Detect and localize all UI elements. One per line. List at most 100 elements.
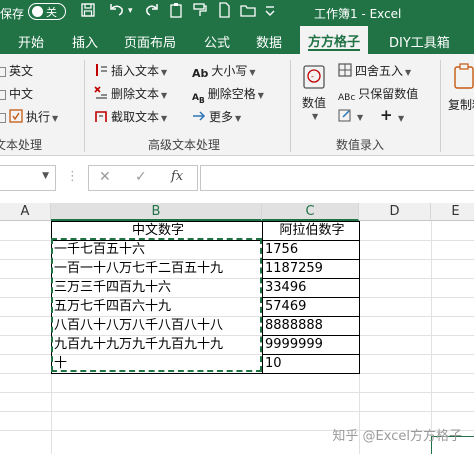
checkbox-icon [0,90,6,100]
execute-button[interactable]: 执行 ▼ [0,108,58,125]
checkbox-icon [0,113,6,123]
header-arabic-number[interactable]: 阿拉伯数字 [263,221,359,240]
checkbox-icon [0,67,6,77]
gridline [431,221,432,454]
formula-input[interactable] [200,165,474,191]
ribbon-panel: 英文 中文 执行 ▼ 文本处理 插入文本 ▼ 删除文本 ▼ 截取文本 ▼ Ab 大小写 ▼ … [0,54,474,156]
group-divider [290,60,291,152]
cell-arabic[interactable]: 1187259 [263,259,359,278]
autosave-toggle[interactable]: 关 [28,3,66,20]
column-header-c[interactable]: C [262,203,359,221]
insert-text-label: 插入文本 [111,64,160,78]
gridline [0,411,474,412]
delete-text-button[interactable]: 删除文本 ▼ [94,85,167,102]
insert-function-button[interactable]: fx [171,169,183,184]
column-header-d[interactable]: D [359,203,431,221]
formula-bar: ▼ ⋮ ✕ ✓ fx [0,157,474,203]
value-icon: - [302,62,328,93]
tab-data[interactable]: 数据 [256,32,282,51]
worksheet-grid[interactable]: A B C D E 中文数字 阿拉伯数字 一千七百五十六 1756 一百一十八万… [0,203,474,454]
clipboard-icon[interactable] [168,2,186,22]
ribbon-tabs: 开始 插入 页面布局 公式 数据 方方格子 DIY工具箱 [0,26,474,54]
chinese-label: 中文 [9,87,34,101]
tab-page-layout[interactable]: 页面布局 [124,32,176,51]
cell-arabic[interactable]: 8888888 [263,316,359,335]
value-label: 数值 [302,96,327,110]
cell-arabic[interactable]: 9999999 [263,335,359,354]
cell-arabic[interactable]: 1756 [263,240,359,259]
chinese-option[interactable]: 中文 [0,85,33,102]
cancel-icon[interactable]: ✕ [99,169,111,185]
table-border [51,373,359,374]
tab-insert[interactable]: 插入 [72,32,98,51]
chevron-down-icon: ▼ [257,91,264,100]
table-border [359,221,360,374]
keep-values-button[interactable]: ABc 只保留数值 [338,85,418,107]
case-icon: Ab [192,67,209,80]
chevron-down-icon: ▼ [235,114,242,123]
numeric-options-button[interactable]: ▼ [338,108,363,123]
execute-icon [9,109,23,123]
insert-text-button[interactable]: 插入文本 ▼ [94,62,167,79]
value-button[interactable]: - 数值 ▼ [300,60,330,124]
confirm-icon[interactable]: ✓ [135,169,147,185]
more-label: 更多 [209,110,234,124]
drag-handle-icon[interactable]: ⋮ [66,169,79,184]
keep-values-icon: ABc [338,93,356,103]
undo-icon[interactable] [108,2,126,22]
chevron-down-icon[interactable]: ▼ [42,171,49,181]
toggle-knob [32,6,43,17]
delete-space-icon: AB [192,93,205,105]
chevron-down-icon: ▼ [249,68,256,77]
watermark: 知乎 @Excel方方格子 [332,429,462,444]
keep-values-label: 只保留数值 [358,87,419,101]
extract-text-button[interactable]: 截取文本 ▼ [94,108,167,125]
edit-icon [338,108,352,122]
chevron-down-icon: ▼ [161,68,168,77]
column-header-e[interactable]: E [431,203,474,221]
delete-text-icon [94,86,108,100]
case-button[interactable]: Ab 大小写 ▼ [192,62,256,81]
execute-label: 执行 [26,110,51,124]
window-title: 工作簿1 - Excel [314,7,402,21]
chevron-down-icon: ▼ [161,91,168,100]
format-painter-icon[interactable] [192,2,210,22]
cell-arabic[interactable]: 57469 [263,297,359,316]
cell-arabic[interactable]: 33496 [263,278,359,297]
delete-space-label: 删除空格 [207,87,256,101]
chevron-down-icon: ▼ [312,112,319,121]
copy-paste-icon [452,62,474,93]
round-icon [338,63,352,77]
tab-diy-toolbox[interactable]: DIY工具箱 [389,32,450,51]
cell-arabic[interactable]: 10 [263,354,359,373]
save-icon[interactable] [80,2,98,22]
add-dropdown[interactable]: ▼ [396,110,404,124]
column-header-a[interactable]: A [0,203,51,221]
extract-text-icon [94,109,108,123]
tab-fangfang-gezi[interactable]: 方方格子 [300,26,369,54]
delete-space-button[interactable]: AB 删除空格 ▼ [192,85,264,107]
name-box[interactable]: ▼ [0,165,56,191]
tab-formulas[interactable]: 公式 [204,32,230,51]
tab-home[interactable]: 开始 [18,32,44,51]
new-file-icon[interactable] [216,2,234,22]
copy-paste-button[interactable]: 复制粘 [448,60,474,124]
extract-text-label: 截取文本 [111,110,160,124]
chevron-down-icon: ▼ [405,68,412,77]
formula-controls: ✕ ✓ fx [88,165,198,191]
open-folder-icon[interactable] [240,2,258,22]
round-button[interactable]: 四舍五入 ▼ [338,62,411,79]
toggle-state: 关 [46,6,57,19]
delete-text-label: 删除文本 [111,87,160,101]
group-divider [84,60,85,152]
column-header-b[interactable]: B [51,203,262,221]
text-processing-group-label: 文本处理 [0,138,43,152]
customize-toolbar-icon[interactable] [264,2,282,22]
copy-selection-marquee [51,238,262,372]
arrow-right-icon [192,109,206,123]
redo-icon[interactable] [144,2,162,22]
case-label: 大小写 [211,64,248,78]
english-option[interactable]: 英文 [0,62,33,79]
add-icon[interactable]: + [380,106,393,124]
more-button[interactable]: 更多 ▼ [192,108,241,125]
